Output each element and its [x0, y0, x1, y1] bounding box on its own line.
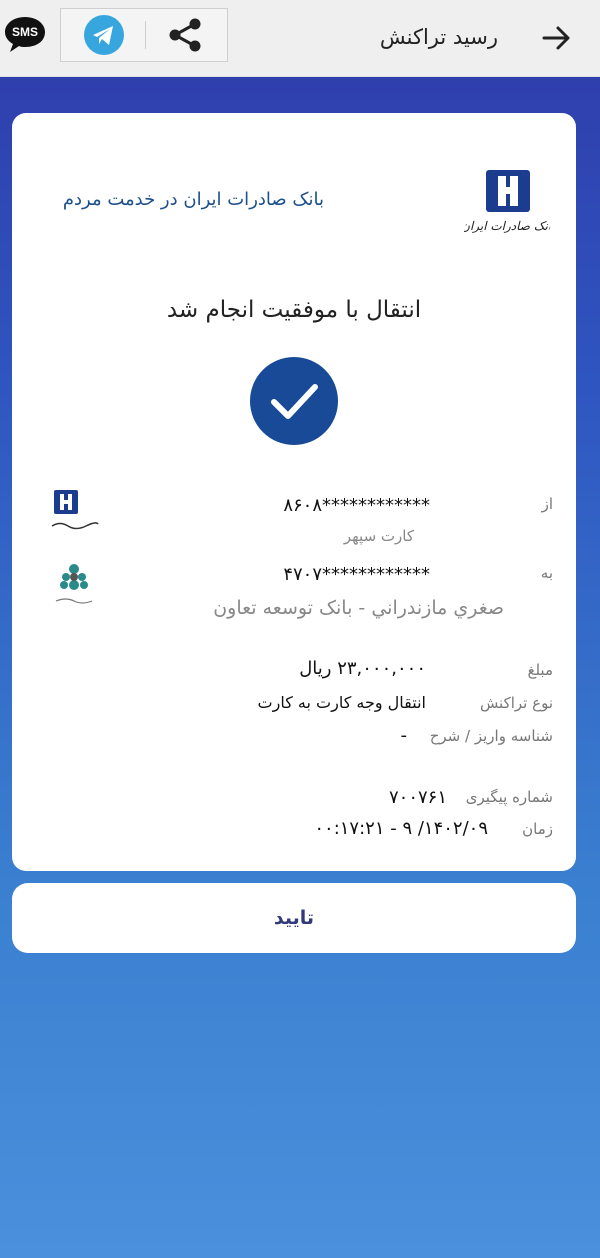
from-card-number: ************۸۶۰۸ — [283, 495, 430, 516]
to-label: به — [540, 564, 553, 582]
to-account-name: صغري مازندراني - بانک توسعه تعاون — [213, 597, 504, 619]
success-message: انتقال با موفقیت انجام شد — [166, 297, 422, 323]
from-label: از — [541, 495, 553, 513]
to-bank-logo-icon — [55, 564, 93, 604]
share-icon[interactable] — [165, 15, 205, 55]
bank-saderat-logo-icon: بانک صادرات ایران — [464, 170, 550, 233]
amount-label: مبلغ — [527, 661, 553, 679]
tracking-number-label: شماره پیگیری — [465, 788, 553, 806]
bank-logo-text: بانک صادرات ایران — [464, 219, 550, 233]
amount-value: ۲۳,۰۰۰,۰۰۰ ریال — [299, 658, 426, 679]
from-bank-logo-icon — [51, 490, 99, 530]
deposit-id-value: - — [400, 725, 408, 746]
telegram-icon[interactable] — [83, 14, 125, 56]
transaction-type-value: انتقال وجه کارت به کارت — [257, 693, 426, 712]
bank-slogan: بانک صادرات ایران در خدمت مردم — [62, 189, 324, 210]
sms-label: SMS — [12, 25, 38, 39]
transaction-type-label: نوع تراکنش — [479, 694, 553, 712]
page-title: رسید تراکنش — [379, 25, 498, 49]
check-circle-icon — [250, 357, 338, 445]
to-card-number: ************۴۷۰۷ — [283, 564, 430, 585]
time-value: ۱۴۰۲/۰۹/ ۹ - ۰۰:۱۷:۲۱ — [314, 818, 488, 839]
share-group — [60, 8, 228, 62]
receipt-card: بانک صادرات ایران بانک صادرات ایران در خ… — [12, 113, 576, 871]
tracking-number-value: ۷۰۰۷۶۱ — [388, 787, 447, 808]
sms-icon[interactable]: SMS — [3, 14, 47, 54]
from-card-name: کارت سپهر — [343, 527, 414, 545]
top-bar: رسید تراکنش SMS — [0, 0, 600, 77]
divider — [145, 21, 146, 49]
back-arrow-icon[interactable] — [538, 20, 574, 56]
confirm-button[interactable]: تایید — [12, 883, 576, 953]
time-label: زمان — [522, 820, 553, 838]
deposit-id-label: شناسه واریز / شرح — [429, 727, 553, 745]
